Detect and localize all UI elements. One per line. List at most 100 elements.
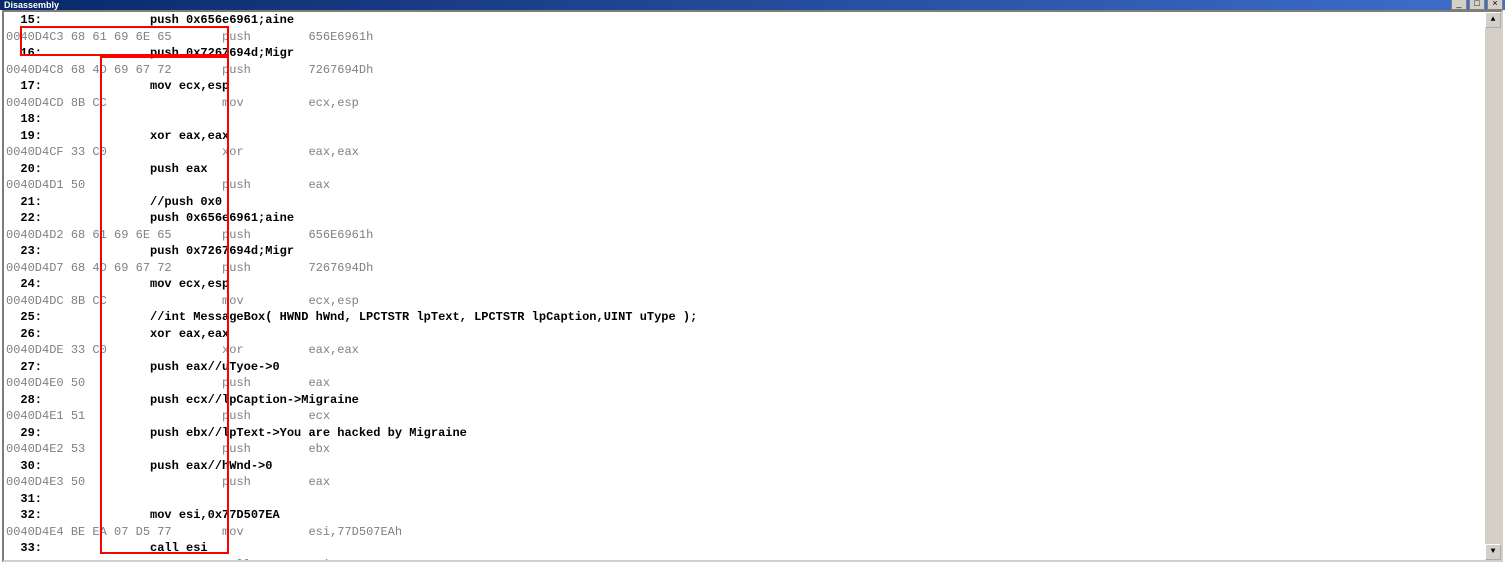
source-line[interactable]: 15: push 0x656e6961;aine xyxy=(6,12,1485,29)
source-text xyxy=(42,112,78,126)
source-line[interactable]: 21: //push 0x0 xyxy=(6,194,1485,211)
source-lineno: 17: xyxy=(6,78,42,95)
mnemonic: push xyxy=(215,178,309,192)
source-line[interactable]: 16: push 0x7267694d;Migr xyxy=(6,45,1485,62)
opcode-bytes: 8B CC xyxy=(71,294,215,308)
disassembly-line[interactable]: 0040D4DE 33 C0 xor eax,eax xyxy=(6,342,1485,359)
source-line[interactable]: 23: push 0x7267694d;Migr xyxy=(6,243,1485,260)
disassembly-listing[interactable]: 15: push 0x656e6961;aine0040D4C3 68 61 6… xyxy=(6,12,1485,558)
disassembly-line[interactable]: 0040D4E1 51 push ecx xyxy=(6,408,1485,425)
address: 0040D4E3 xyxy=(6,475,71,489)
disassembly-line[interactable]: 0040D4CD 8B CC mov ecx,esp xyxy=(6,95,1485,112)
disassembly-line[interactable]: 0040D4C8 68 4D 69 67 72 push 7267694Dh xyxy=(6,62,1485,79)
source-text: call esi xyxy=(42,541,208,555)
source-lineno: 27: xyxy=(6,359,42,376)
disassembly-line[interactable]: 0040D4D7 68 4D 69 67 72 push 7267694Dh xyxy=(6,260,1485,277)
source-line[interactable]: 19: xor eax,eax xyxy=(6,128,1485,145)
disassembly-line[interactable]: 0040D4D1 50 push eax xyxy=(6,177,1485,194)
operands: 656E6961h xyxy=(308,30,373,44)
address: 0040D4DE xyxy=(6,343,71,357)
operands: 656E6961h xyxy=(308,228,373,242)
source-line[interactable]: 20: push eax xyxy=(6,161,1485,178)
source-line[interactable]: 26: xor eax,eax xyxy=(6,326,1485,343)
source-lineno: 20: xyxy=(6,161,42,178)
source-lineno: 23: xyxy=(6,243,42,260)
opcode-bytes: 53 xyxy=(71,442,215,456)
disassembly-line[interactable]: 0040D4CF 33 C0 xor eax,eax xyxy=(6,144,1485,161)
source-lineno: 15: xyxy=(6,12,42,29)
operands: esi,77D507EAh xyxy=(308,525,402,539)
mnemonic: mov xyxy=(215,96,309,110)
source-lineno: 30: xyxy=(6,458,42,475)
source-lineno: 25: xyxy=(6,309,42,326)
source-line[interactable]: 31: xyxy=(6,491,1485,508)
scroll-up-button[interactable]: ▲ xyxy=(1485,12,1501,28)
address: 0040D4E1 xyxy=(6,409,71,423)
maximize-button[interactable]: □ xyxy=(1469,0,1485,10)
disassembly-line[interactable]: 0040D4C3 68 61 69 6E 65 push 656E6961h xyxy=(6,29,1485,46)
window-titlebar: Disassembly xyxy=(0,0,1505,10)
source-lineno: 26: xyxy=(6,326,42,343)
opcode-bytes: BE EA 07 D5 77 xyxy=(71,525,215,539)
address: 0040D4E0 xyxy=(6,376,71,390)
operands: 7267694Dh xyxy=(308,63,373,77)
source-lineno: 24: xyxy=(6,276,42,293)
source-text: mov esi,0x77D507EA xyxy=(42,508,280,522)
mnemonic: xor xyxy=(215,145,309,159)
mnemonic: push xyxy=(215,30,309,44)
operands: esi xyxy=(308,558,330,563)
operands: ecx,esp xyxy=(308,294,358,308)
mnemonic: mov xyxy=(215,294,309,308)
operands: 7267694Dh xyxy=(308,261,373,275)
mnemonic: mov xyxy=(215,525,309,539)
address: 0040D4D7 xyxy=(6,261,71,275)
disassembly-line[interactable]: 0040D4E4 BE EA 07 D5 77 mov esi,77D507EA… xyxy=(6,524,1485,541)
source-line[interactable]: 32: mov esi,0x77D507EA xyxy=(6,507,1485,524)
source-lineno: 33: xyxy=(6,540,42,557)
disassembly-line[interactable]: 0040D4D2 68 61 69 6E 65 push 656E6961h xyxy=(6,227,1485,244)
source-line[interactable]: 25: //int MessageBox( HWND hWnd, LPCTSTR… xyxy=(6,309,1485,326)
window-title: Disassembly xyxy=(4,0,59,10)
disassembly-line[interactable]: 0040D4E2 53 push ebx xyxy=(6,441,1485,458)
mnemonic: push xyxy=(215,261,309,275)
opcode-bytes: 68 4D 69 67 72 xyxy=(71,63,215,77)
mnemonic: push xyxy=(215,475,309,489)
operands: eax,eax xyxy=(308,343,358,357)
vertical-scrollbar[interactable]: ▲ ▼ xyxy=(1485,12,1501,560)
source-text: mov ecx,esp xyxy=(42,277,229,291)
opcode-bytes: 50 xyxy=(71,376,215,390)
source-line[interactable]: 27: push eax//uTyoe->0 xyxy=(6,359,1485,376)
disassembly-line[interactable]: 0040D4E3 50 push eax xyxy=(6,474,1485,491)
source-text: mov ecx,esp xyxy=(42,79,229,93)
address: 0040D4DC xyxy=(6,294,71,308)
source-line[interactable]: 33: call esi xyxy=(6,540,1485,557)
opcode-bytes: FF D6 xyxy=(71,558,215,563)
source-line[interactable]: 22: push 0x656e6961;aine xyxy=(6,210,1485,227)
disassembly-line[interactable]: 0040D4DC 8B CC mov ecx,esp xyxy=(6,293,1485,310)
disassembly-line[interactable]: 0040D4E9 FF D6 call esi xyxy=(6,557,1485,563)
operands: ebx xyxy=(308,442,330,456)
source-line[interactable]: 28: push ecx//lpCaption->Migraine xyxy=(6,392,1485,409)
scroll-down-button[interactable]: ▼ xyxy=(1485,544,1501,560)
opcode-bytes: 50 xyxy=(71,178,215,192)
source-text: push eax xyxy=(42,162,208,176)
opcode-bytes: 33 C0 xyxy=(71,145,215,159)
source-text: push 0x7267694d;Migr xyxy=(42,46,294,60)
source-lineno: 19: xyxy=(6,128,42,145)
opcode-bytes: 50 xyxy=(71,475,215,489)
mnemonic: call xyxy=(215,558,309,563)
operands: eax xyxy=(308,178,330,192)
address: 0040D4E9 xyxy=(6,558,71,563)
address: 0040D4D1 xyxy=(6,178,71,192)
disassembly-line[interactable]: 0040D4E0 50 push eax xyxy=(6,375,1485,392)
source-line[interactable]: 18: xyxy=(6,111,1485,128)
source-lineno: 31: xyxy=(6,491,42,508)
source-line[interactable]: 30: push eax//hWnd->0 xyxy=(6,458,1485,475)
address: 0040D4CD xyxy=(6,96,71,110)
minimize-button[interactable]: _ xyxy=(1451,0,1467,10)
address: 0040D4CF xyxy=(6,145,71,159)
source-line[interactable]: 29: push ebx//lpText->You are hacked by … xyxy=(6,425,1485,442)
source-line[interactable]: 17: mov ecx,esp xyxy=(6,78,1485,95)
close-button[interactable]: × xyxy=(1487,0,1503,10)
source-line[interactable]: 24: mov ecx,esp xyxy=(6,276,1485,293)
